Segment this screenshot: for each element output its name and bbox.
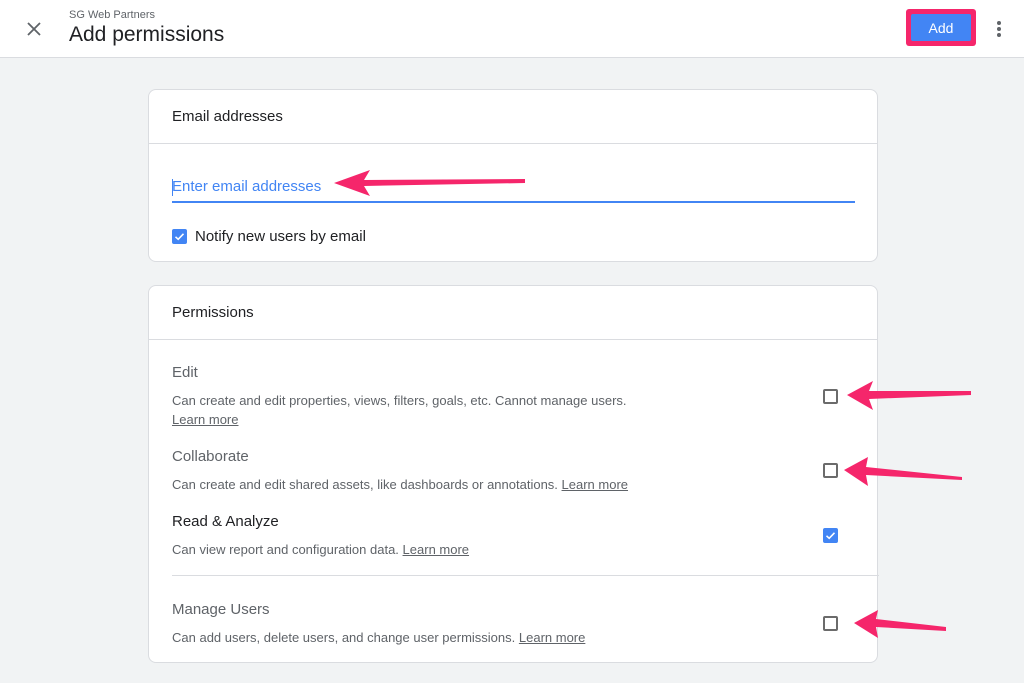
notify-label: Notify new users by email <box>195 228 366 245</box>
manage-users-checkbox[interactable] <box>823 616 838 631</box>
notify-checkbox[interactable] <box>172 229 187 244</box>
close-button[interactable] <box>22 17 46 41</box>
description-text: Can create and edit shared assets, like … <box>172 477 558 492</box>
email-addresses-card: Email addresses Notify new users by emai… <box>148 89 878 262</box>
permission-description: Can add users, delete users, and change … <box>172 628 852 647</box>
close-icon <box>27 22 41 36</box>
permission-read-analyze: Read & Analyze Can view report and confi… <box>172 513 852 559</box>
permission-title: Read & Analyze <box>172 513 279 530</box>
email-field-wrap <box>172 175 855 203</box>
description-text: Can view report and configuration data. <box>172 542 399 557</box>
description-text: Can create and edit properties, views, f… <box>172 393 627 408</box>
permissions-card: Permissions Edit Can create and edit pro… <box>148 285 879 663</box>
permission-title: Edit <box>172 364 198 381</box>
permission-title: Collaborate <box>172 448 249 465</box>
description-text: Can add users, delete users, and change … <box>172 630 516 645</box>
add-button[interactable]: Add <box>911 14 971 41</box>
collaborate-checkbox[interactable] <box>823 463 838 478</box>
permission-description: Can create and edit properties, views, f… <box>172 391 852 429</box>
email-section-title: Email addresses <box>149 90 877 144</box>
permission-edit: Edit Can create and edit properties, vie… <box>172 364 852 429</box>
text-cursor <box>172 179 173 196</box>
checkmark-icon <box>825 532 836 540</box>
email-input[interactable] <box>172 175 855 195</box>
page-title: Add permissions <box>69 23 225 46</box>
more-vert-icon <box>997 21 1001 37</box>
permission-manage-users: Manage Users Can add users, delete users… <box>172 601 852 647</box>
learn-more-link[interactable]: Learn more <box>172 412 238 427</box>
add-button-highlight: Add <box>906 9 976 46</box>
permissions-section-title: Permissions <box>149 286 877 340</box>
learn-more-link[interactable]: Learn more <box>562 477 628 492</box>
account-name: SG Web Partners <box>69 9 155 21</box>
permission-title: Manage Users <box>172 601 270 618</box>
edit-checkbox[interactable] <box>823 389 838 404</box>
read-analyze-checkbox[interactable] <box>823 528 838 543</box>
permission-description: Can view report and configuration data. … <box>172 540 852 559</box>
divider <box>172 575 879 576</box>
learn-more-link[interactable]: Learn more <box>403 542 469 557</box>
permission-collaborate: Collaborate Can create and edit shared a… <box>172 448 852 494</box>
checkmark-icon <box>174 233 185 241</box>
learn-more-link[interactable]: Learn more <box>519 630 585 645</box>
top-bar: SG Web Partners Add permissions Add <box>0 0 1024 58</box>
more-options-button[interactable] <box>988 18 1010 40</box>
permission-description: Can create and edit shared assets, like … <box>172 475 852 494</box>
notify-row: Notify new users by email <box>172 228 366 245</box>
